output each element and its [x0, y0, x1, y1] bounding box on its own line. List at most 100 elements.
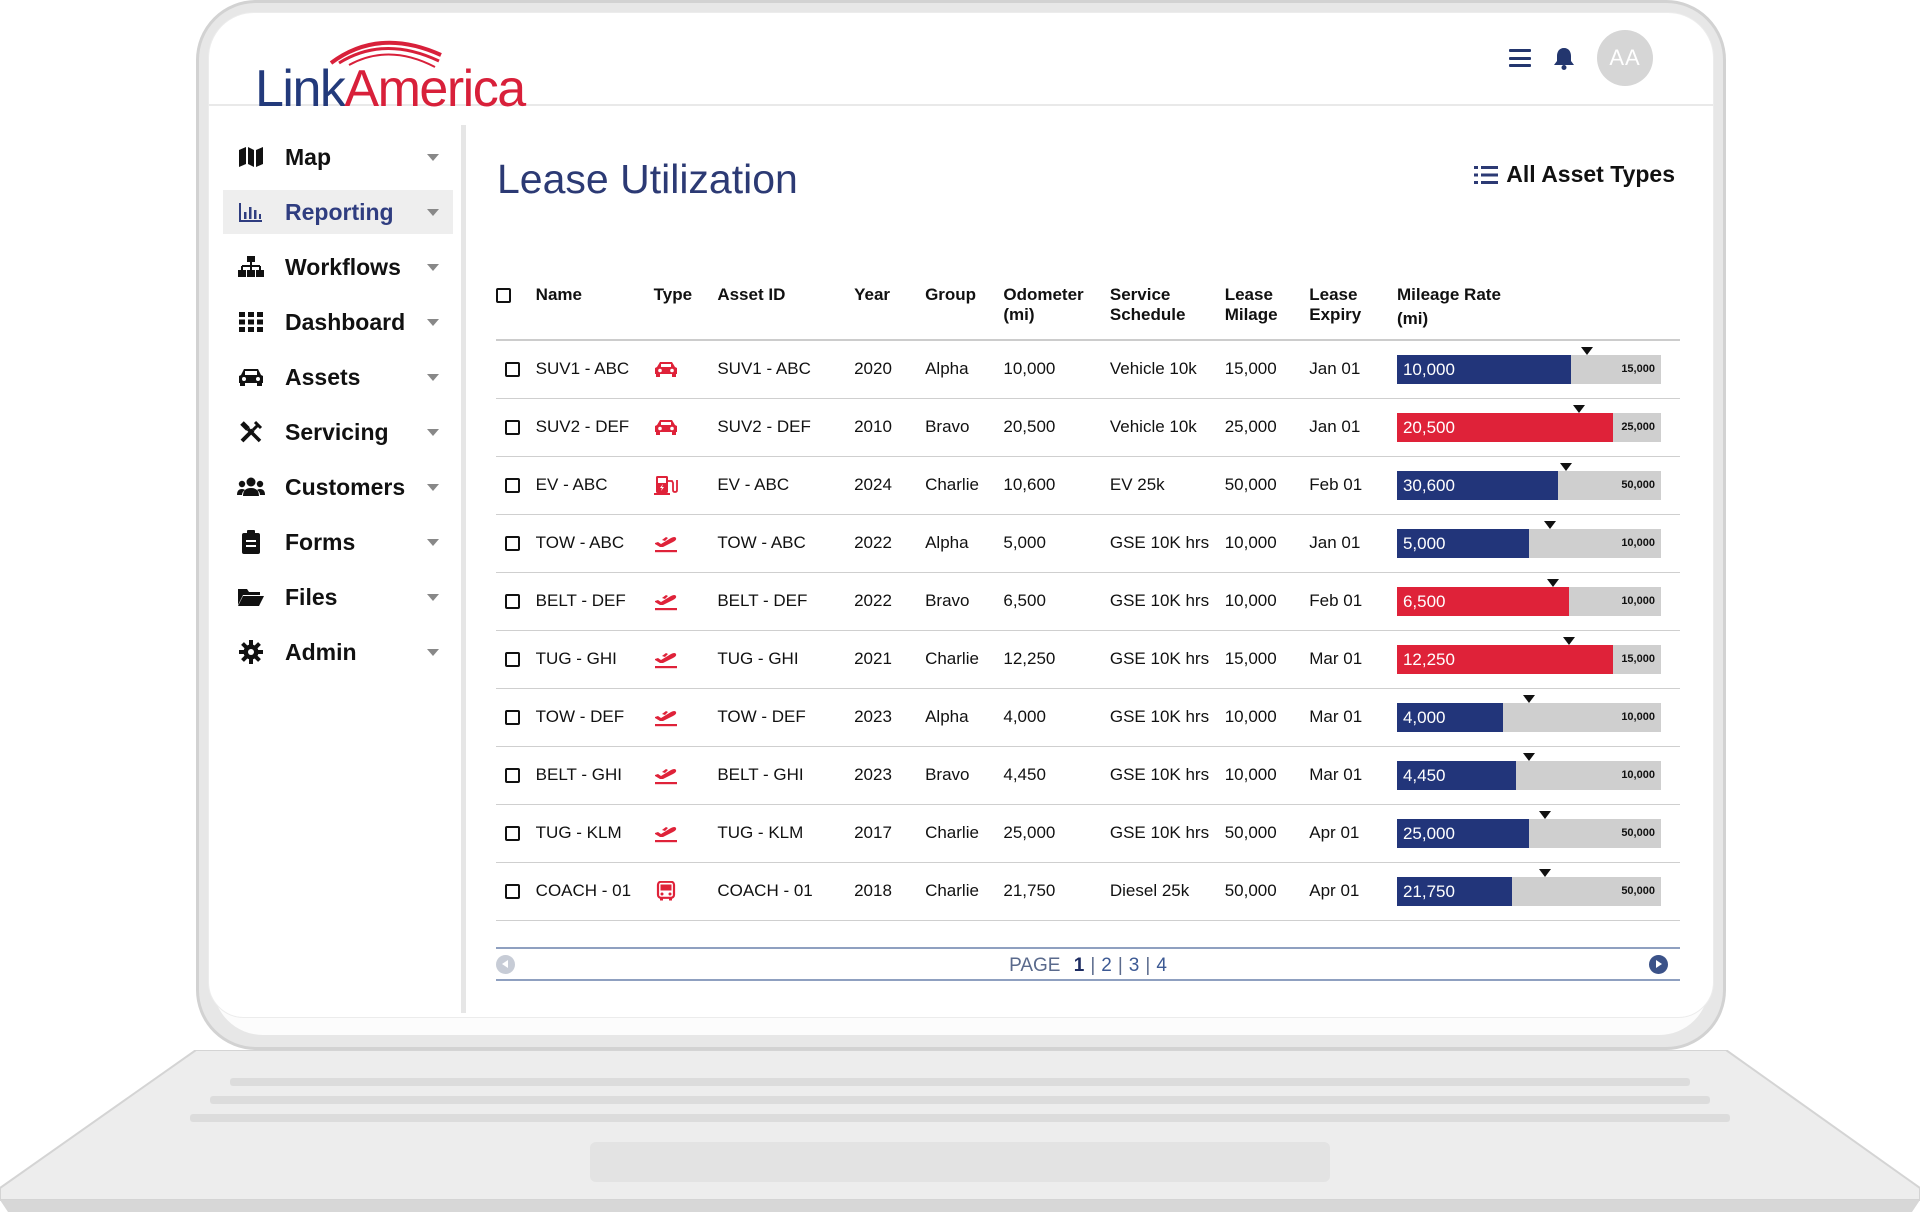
row-select-cell — [496, 688, 536, 747]
cell-name[interactable]: SUV2 - DEF — [535, 398, 654, 457]
next-page-icon[interactable] — [1649, 955, 1668, 974]
sidebar-item-files[interactable]: Files — [223, 575, 453, 619]
table-row[interactable]: COACH - 01 COACH - 01 2018 Charlie 21,750 Die… — [496, 862, 1680, 921]
cell-name[interactable]: TUG - KLM — [535, 804, 654, 863]
cell-mileage-rate: 6,500 10,000 — [1396, 572, 1680, 631]
table-row[interactable]: TUG - GHI TUG - GHI 2021 Charlie 12,250 GSE 1… — [496, 630, 1680, 689]
table-row[interactable]: SUV2 - DEF SUV2 - DEF 2010 Bravo 20,500 Vehic… — [496, 398, 1680, 457]
chevron-down-icon[interactable] — [427, 209, 439, 216]
cell-name[interactable]: BELT - GHI — [535, 746, 654, 805]
cell-mileage-rate: 4,000 10,000 — [1396, 688, 1680, 747]
cell-group: Charlie — [925, 630, 1004, 689]
sidebar-item-assets[interactable]: Assets — [223, 355, 453, 399]
row-checkbox[interactable] — [505, 884, 520, 900]
expected-rate-marker — [1559, 462, 1572, 471]
table-row[interactable]: SUV1 - ABC SUV1 - ABC 2020 Alpha 10,000 Vehic… — [496, 340, 1680, 399]
sidebar-item-reporting[interactable]: Reporting — [223, 190, 453, 234]
cell-name[interactable]: TOW - ABC — [535, 514, 654, 573]
cell-lease-milage: 25,000 — [1224, 398, 1310, 457]
table-row[interactable]: BELT - GHI BELT - GHI 2023 Bravo 4,450 GSE 10… — [496, 746, 1680, 805]
table-row[interactable]: TOW - DEF TOW - DEF 2023 Alpha 4,000 GSE 10K … — [496, 688, 1680, 747]
table-row[interactable]: TOW - ABC TOW - ABC 2022 Alpha 5,000 GSE 10K … — [496, 514, 1680, 573]
row-checkbox[interactable] — [505, 826, 520, 842]
cell-asset-id: COACH - 01 — [717, 862, 855, 921]
folder-icon — [237, 585, 265, 609]
mileage-rate-value: 12,250 — [1402, 649, 1455, 669]
mileage-rate-max: 10,000 — [1621, 710, 1655, 723]
select-all-cell — [496, 271, 536, 341]
chevron-down-icon[interactable] — [427, 374, 439, 381]
cell-name[interactable]: TOW - DEF — [535, 688, 654, 747]
cell-name[interactable]: EV - ABC — [535, 456, 654, 515]
row-checkbox[interactable] — [505, 652, 520, 668]
cell-name[interactable]: BELT - DEF — [535, 572, 654, 631]
chevron-down-icon[interactable] — [427, 154, 439, 161]
sidebar-item-dashboard[interactable]: Dashboard — [223, 300, 453, 344]
table-row[interactable]: BELT - DEF BELT - DEF 2022 Bravo 6,500 GSE 10… — [496, 572, 1680, 631]
sidebar-item-admin[interactable]: Admin — [223, 630, 453, 674]
menu-icon[interactable] — [1509, 49, 1531, 67]
col-group[interactable]: Group — [925, 271, 1004, 341]
chevron-down-icon[interactable] — [427, 649, 439, 656]
bell-icon[interactable] — [1553, 46, 1575, 70]
page-separator: | — [1117, 955, 1123, 976]
chevron-down-icon[interactable] — [427, 264, 439, 271]
cell-asset-id: TUG - GHI — [717, 630, 855, 689]
col-mileage-rate[interactable]: Mileage Rate (mi) — [1396, 271, 1680, 341]
cell-group: Charlie — [925, 804, 1004, 863]
sidebar-item-forms[interactable]: Forms — [223, 520, 453, 564]
cell-lease-expiry: Feb 01 — [1309, 456, 1397, 515]
row-checkbox[interactable] — [505, 478, 520, 494]
asset-type-label: All Asset Types — [1506, 161, 1675, 187]
page-link-3[interactable]: 3 — [1129, 955, 1140, 976]
chevron-down-icon[interactable] — [427, 484, 439, 491]
asset-type-filter[interactable]: All Asset Types — [1474, 161, 1675, 188]
page-link-2[interactable]: 2 — [1101, 955, 1112, 976]
col-type[interactable]: Type — [653, 271, 718, 341]
row-checkbox[interactable] — [505, 362, 520, 378]
cell-name[interactable]: TUG - GHI — [535, 630, 654, 689]
chevron-down-icon[interactable] — [427, 429, 439, 436]
row-checkbox[interactable] — [505, 536, 520, 552]
col-odometer[interactable]: Odometer (mi) — [1003, 271, 1110, 341]
cell-lease-milage: 10,000 — [1224, 514, 1310, 573]
expected-rate-marker — [1562, 636, 1575, 645]
sidebar-item-workflows[interactable]: Workflows — [223, 245, 453, 289]
col-service-schedule[interactable]: Service Schedule — [1109, 271, 1225, 341]
cell-name[interactable]: SUV1 - ABC — [535, 340, 654, 399]
col-lease-milage[interactable]: Lease Milage — [1224, 271, 1310, 341]
cell-asset-id: BELT - DEF — [717, 572, 855, 631]
table-row[interactable]: EV - ABC EV - ABC 2024 Charlie 10,600 EV 25k 5… — [496, 456, 1680, 515]
page-link-4[interactable]: 4 — [1156, 955, 1167, 976]
mileage-rate-max: 50,000 — [1621, 478, 1655, 491]
chevron-down-icon[interactable] — [427, 594, 439, 601]
row-checkbox[interactable] — [505, 594, 520, 610]
col-year[interactable]: Year — [854, 271, 926, 341]
cell-year: 2022 — [854, 514, 926, 573]
row-checkbox[interactable] — [505, 768, 520, 784]
select-all-checkbox[interactable] — [496, 288, 511, 304]
avatar[interactable]: AA — [1597, 30, 1653, 86]
row-checkbox[interactable] — [505, 710, 520, 726]
col-name[interactable]: Name — [535, 271, 654, 341]
sidebar-item-map[interactable]: Map — [223, 135, 453, 179]
chevron-down-icon[interactable] — [427, 539, 439, 546]
col-lease-expiry[interactable]: Lease Expiry — [1309, 271, 1397, 341]
cell-odometer: 10,600 — [1003, 456, 1110, 515]
sidebar-item-label: Admin — [285, 638, 357, 665]
row-checkbox[interactable] — [505, 420, 520, 436]
col-asset-id[interactable]: Asset ID — [717, 271, 855, 341]
cell-name[interactable]: COACH - 01 — [535, 862, 654, 921]
cell-lease-milage: 10,000 — [1224, 688, 1310, 747]
cell-type — [653, 514, 718, 573]
sidebar-item-servicing[interactable]: Servicing — [223, 410, 453, 454]
page-link-1[interactable]: 1 — [1074, 955, 1085, 976]
sidebar-item-customers[interactable]: Customers — [223, 465, 453, 509]
cell-group: Alpha — [925, 340, 1004, 399]
cell-lease-milage: 15,000 — [1224, 630, 1310, 689]
expected-rate-marker — [1581, 346, 1594, 355]
chevron-down-icon[interactable] — [427, 319, 439, 326]
table-row[interactable]: TUG - KLM TUG - KLM 2017 Charlie 25,000 GSE 1… — [496, 804, 1680, 863]
cell-mileage-rate: 30,600 50,000 — [1396, 456, 1680, 515]
cell-mileage-rate: 5,000 10,000 — [1396, 514, 1680, 573]
